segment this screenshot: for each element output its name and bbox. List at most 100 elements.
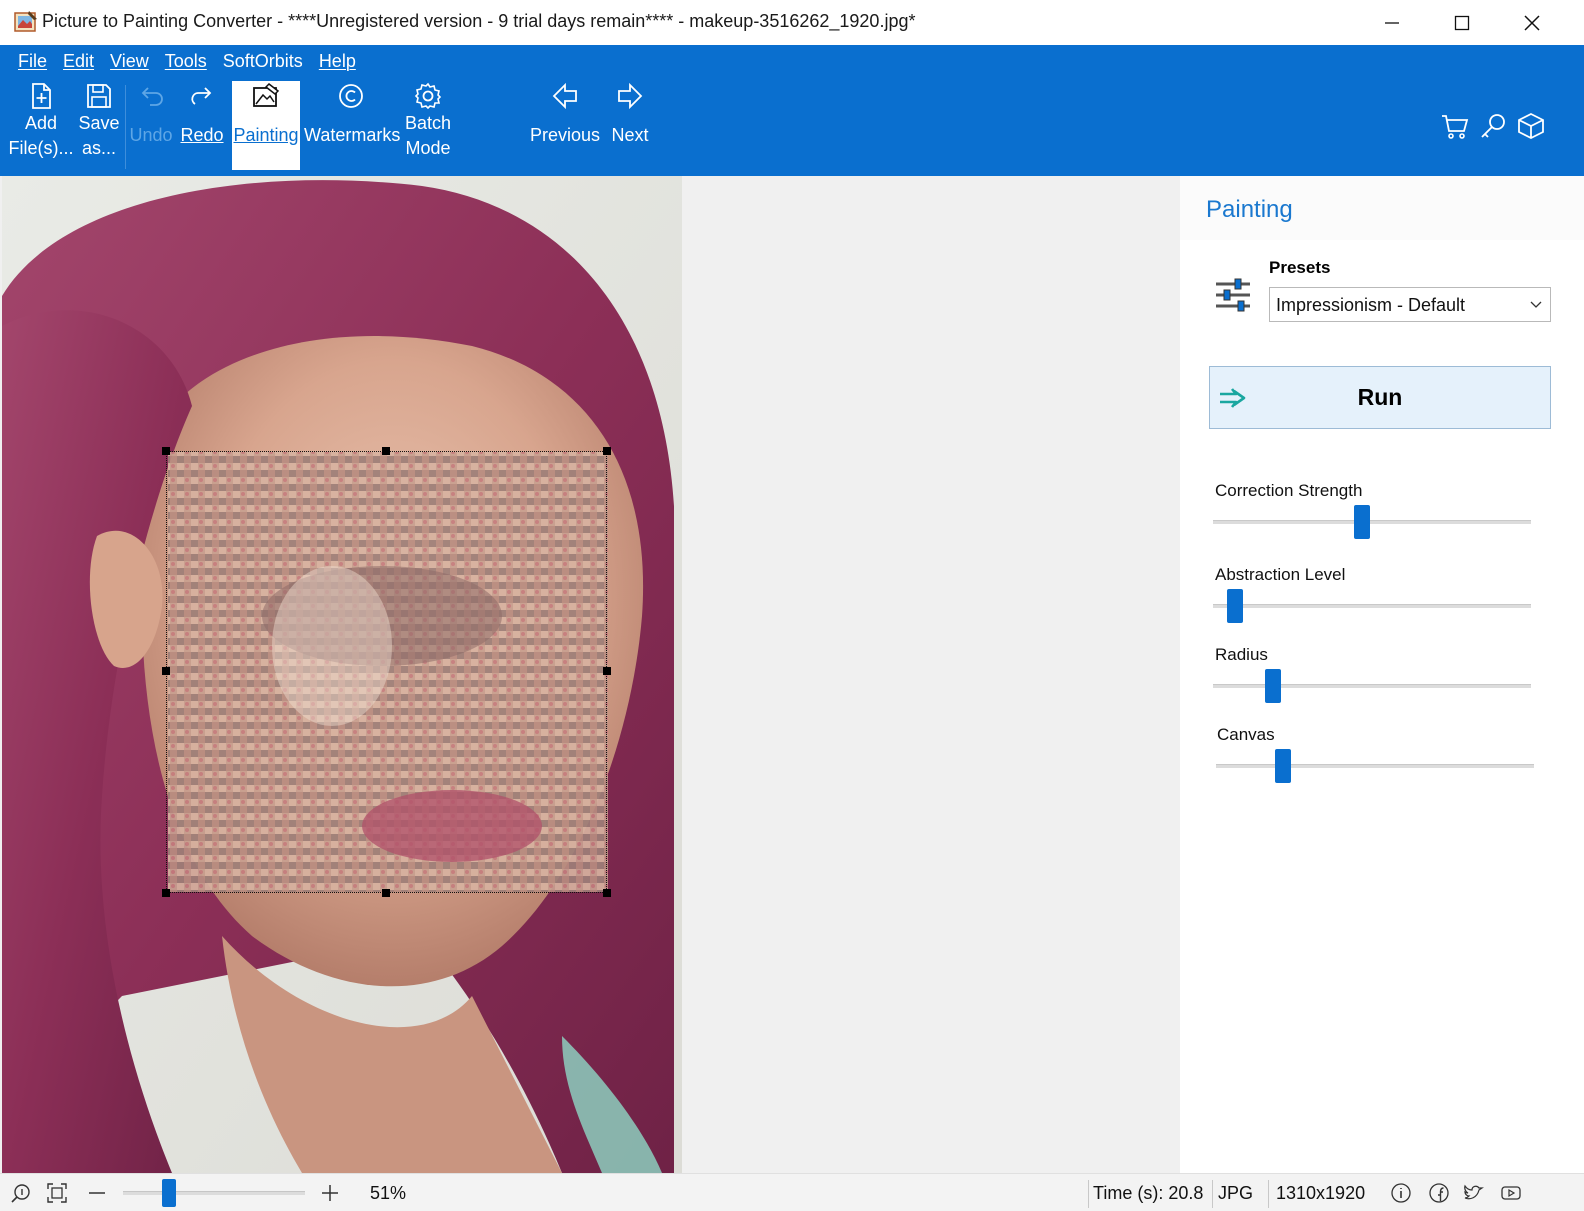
panel-header: Painting (1180, 176, 1584, 240)
resize-handle-tr[interactable] (603, 447, 611, 455)
slider-track[interactable] (1213, 684, 1531, 688)
batch-mode-label-2: Mode (405, 138, 451, 158)
file-format: JPG (1218, 1183, 1254, 1203)
maximize-button[interactable] (1432, 0, 1492, 45)
save-as-label-1: Save (78, 113, 120, 133)
slider-label: Correction Strength (1215, 481, 1363, 500)
menu-file[interactable]: File (10, 51, 55, 72)
arrow-right-icon (618, 82, 643, 110)
twitter-icon[interactable] (1462, 1182, 1484, 1204)
gear-icon (414, 82, 442, 110)
add-files-button[interactable]: Add File(s)... (8, 81, 74, 161)
run-label: Run (1357, 384, 1403, 410)
youtube-icon[interactable] (1500, 1182, 1522, 1204)
resize-handle-tl[interactable] (162, 447, 170, 455)
close-button[interactable] (1502, 0, 1562, 45)
processing-time: Time (s): 20.8 (1093, 1183, 1204, 1203)
arrow-left-icon (552, 82, 577, 110)
maximize-icon (1454, 15, 1470, 30)
slider-label: Abstraction Level (1215, 565, 1346, 584)
resize-handle-mr[interactable] (603, 667, 611, 675)
redo-label: Redo (180, 125, 224, 145)
watermarks-button[interactable]: Watermarks (304, 81, 401, 148)
zoom-level: 51% (370, 1183, 407, 1203)
previous-label: Previous (530, 125, 601, 145)
undo-label: Undo (129, 125, 173, 145)
menu-tools[interactable]: Tools (157, 51, 215, 72)
undo-icon (141, 87, 163, 106)
status-divider (1088, 1180, 1089, 1208)
presets-dropdown[interactable]: Impressionism - Default (1269, 287, 1551, 322)
zoom-in-icon[interactable] (10, 1182, 32, 1204)
presets-label: Presets (1269, 258, 1331, 277)
painting-panel: Painting Presets Impressionism - Default… (1180, 176, 1584, 1173)
resize-handle-tm[interactable] (382, 447, 390, 455)
save-icon (87, 84, 111, 108)
add-file-icon (32, 83, 51, 109)
image-dimensions: 1310x1920 (1276, 1183, 1366, 1203)
sliders-icon (1216, 278, 1250, 312)
add-files-label-2: File(s)... (8, 138, 74, 158)
painting-label: Painting (233, 125, 299, 145)
image-workspace[interactable] (0, 176, 1180, 1173)
next-label: Next (611, 125, 649, 145)
slider-thumb[interactable] (1354, 505, 1371, 539)
redo-button[interactable]: Redo (178, 81, 226, 148)
undo-button[interactable]: Undo (128, 81, 174, 148)
menu-help[interactable]: Help (311, 51, 364, 72)
facebook-icon[interactable] (1428, 1182, 1450, 1204)
copyright-icon (339, 84, 363, 108)
window-title: Picture to Painting Converter - ****Unre… (42, 11, 916, 31)
menu-view[interactable]: View (102, 51, 157, 72)
slider-track[interactable] (1213, 604, 1531, 608)
add-files-label-1: Add (24, 113, 58, 133)
next-button[interactable]: Next (608, 81, 652, 148)
previous-button[interactable]: Previous (530, 81, 600, 148)
title-bar: Picture to Painting Converter - ****Unre… (0, 0, 1584, 45)
slider-track[interactable] (1216, 764, 1534, 768)
run-button[interactable]: Run (1209, 366, 1551, 429)
painting-tab[interactable]: Painting (232, 81, 300, 170)
status-bar: 51% Time (s): 20.8 JPG 1310x1920 (0, 1173, 1584, 1211)
minimize-button[interactable] (1362, 0, 1422, 45)
selection-rectangle[interactable] (162, 447, 611, 897)
fit-to-window-icon[interactable] (46, 1182, 68, 1204)
zoom-slider-thumb[interactable] (161, 1179, 176, 1207)
menu-bar: File Edit View Tools SoftOrbits Help (10, 51, 364, 72)
status-divider (1268, 1180, 1269, 1208)
menu-edit[interactable]: Edit (55, 51, 102, 72)
zoom-in-button[interactable] (319, 1182, 341, 1204)
minimize-icon (1385, 21, 1399, 24)
info-icon[interactable] (1390, 1182, 1412, 1204)
painting-icon (253, 83, 280, 107)
menu-softorbits[interactable]: SoftOrbits (215, 51, 311, 72)
slider-thumb[interactable] (1274, 749, 1291, 783)
cart-icon[interactable] (1440, 111, 1470, 141)
resize-handle-bm[interactable] (382, 889, 390, 897)
redo-icon (191, 87, 212, 105)
resize-handle-br[interactable] (603, 889, 611, 897)
batch-mode-button[interactable]: Batch Mode (402, 81, 454, 161)
watermarks-label: Watermarks (304, 125, 401, 145)
panel-title: Painting (1206, 196, 1293, 223)
resize-handle-bl[interactable] (162, 889, 170, 897)
zoom-out-button[interactable] (86, 1182, 108, 1204)
slider-thumb[interactable] (1265, 669, 1282, 703)
slider-thumb[interactable] (1227, 589, 1244, 623)
resize-handle-ml[interactable] (162, 667, 170, 675)
slider-label: Radius (1215, 645, 1268, 664)
box-icon[interactable] (1516, 111, 1546, 141)
chevron-down-icon (1530, 301, 1542, 308)
slider-track[interactable] (1213, 520, 1531, 524)
toolbar-separator (125, 85, 126, 169)
status-divider (1212, 1180, 1213, 1208)
save-as-button[interactable]: Save as... (76, 81, 122, 161)
close-icon (1524, 14, 1540, 31)
batch-mode-label-1: Batch (404, 113, 452, 133)
app-logo-icon (14, 11, 37, 32)
presets-selected-value: Impressionism - Default (1276, 295, 1466, 315)
zoom-slider-track[interactable] (123, 1191, 305, 1195)
slider-label: Canvas (1217, 725, 1275, 744)
key-icon[interactable] (1478, 111, 1508, 141)
save-as-label-2: as... (81, 138, 116, 158)
